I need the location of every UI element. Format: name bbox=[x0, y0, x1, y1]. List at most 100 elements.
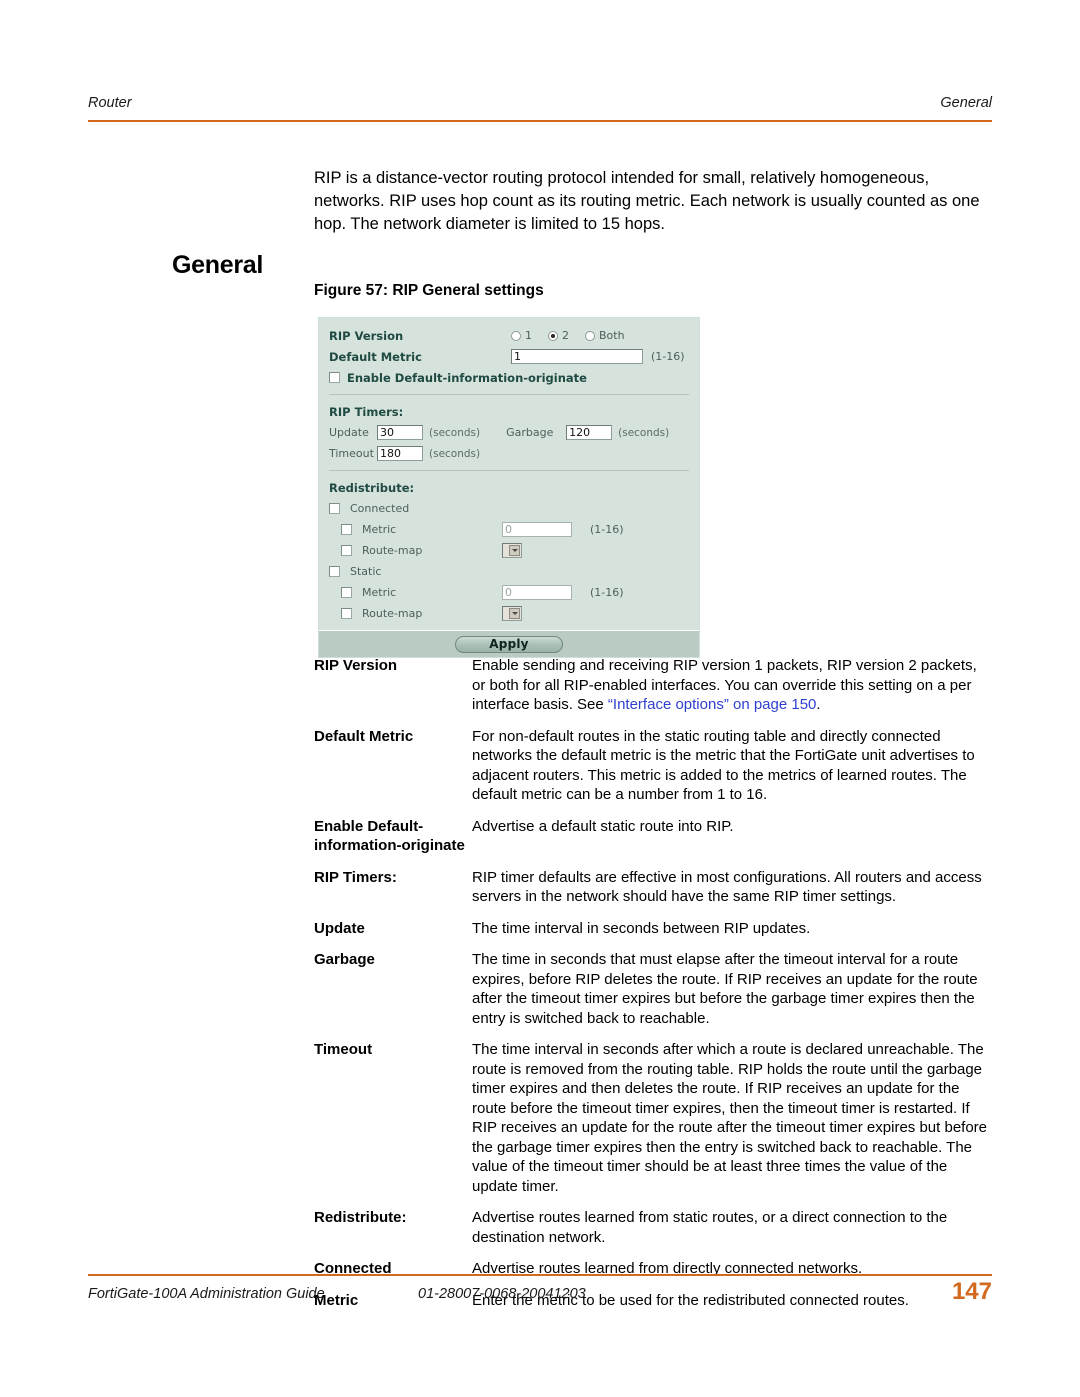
static-routemap-row: Route-map bbox=[319, 603, 699, 624]
header-right-section: General bbox=[940, 95, 992, 111]
section-divider bbox=[329, 394, 689, 395]
default-metric-input[interactable]: 1 bbox=[511, 349, 643, 364]
static-metric-label: Metric bbox=[362, 586, 397, 599]
timeout-input[interactable]: 180 bbox=[377, 446, 423, 461]
default-metric-range: (1-16) bbox=[651, 350, 685, 363]
description-row: Enable Default-information-originate Adv… bbox=[314, 817, 994, 856]
timeout-label: Timeout bbox=[329, 447, 374, 460]
connected-metric-row: Metric 0 (1-16) bbox=[319, 519, 699, 540]
checkbox-icon[interactable] bbox=[329, 372, 340, 383]
default-information-originate-row[interactable]: Enable Default-information-originate bbox=[319, 367, 699, 388]
redistribute-title-row: Redistribute: bbox=[319, 477, 699, 498]
update-label: Update bbox=[329, 426, 369, 439]
connected-routemap-select[interactable] bbox=[502, 543, 522, 558]
apply-button[interactable]: Apply bbox=[455, 635, 563, 653]
checkbox-icon[interactable] bbox=[341, 608, 352, 619]
description-definition: The time interval in seconds after which… bbox=[472, 1041, 988, 1195]
garbage-input[interactable]: 120 bbox=[566, 425, 613, 440]
default-information-originate-label: Enable Default-information-originate bbox=[347, 370, 587, 385]
default-metric-row: Default Metric 1 (1-16) bbox=[319, 346, 699, 367]
field-descriptions-list: RIP Version Enable sending and receiving… bbox=[314, 656, 994, 1322]
chevron-down-icon bbox=[509, 608, 520, 619]
static-metric-row: Metric 0 (1-16) bbox=[319, 582, 699, 603]
radio-icon[interactable] bbox=[548, 330, 558, 341]
rip-version-option-2[interactable]: 2 bbox=[548, 329, 569, 342]
rip-version-radio-group[interactable]: 1 2 Both bbox=[511, 329, 625, 342]
checkbox-icon[interactable] bbox=[329, 503, 340, 514]
intro-paragraph: RIP is a distance-vector routing protoco… bbox=[314, 168, 980, 234]
rip-timers-update-garbage-row: Update 30 (seconds) Garbage 120 (seconds… bbox=[319, 422, 699, 443]
apply-button-bar: Apply bbox=[319, 630, 699, 657]
garbage-label: Garbage bbox=[506, 426, 554, 439]
default-metric-label: Default Metric bbox=[329, 349, 422, 364]
header-divider-rule bbox=[88, 120, 992, 122]
description-term: Timeout bbox=[314, 1041, 373, 1058]
footer-document-id: 01-28007-0068-20041203 bbox=[418, 1286, 586, 1302]
rip-timers-title-row: RIP Timers: bbox=[319, 401, 699, 422]
rip-version-option-1[interactable]: 1 bbox=[511, 329, 532, 342]
footer-guide-title: FortiGate-100A Administration Guide bbox=[88, 1286, 325, 1302]
static-metric-range: (1-16) bbox=[590, 586, 624, 599]
redistribute-connected-label: Connected bbox=[350, 502, 410, 515]
static-metric-input[interactable]: 0 bbox=[502, 585, 572, 600]
rip-version-row: RIP Version 1 2 Both bbox=[319, 325, 699, 346]
radio-icon[interactable] bbox=[511, 330, 521, 341]
rip-version-option-both[interactable]: Both bbox=[585, 329, 625, 342]
page-footer: FortiGate-100A Administration Guide 01-2… bbox=[88, 1278, 992, 1312]
section-divider bbox=[329, 470, 689, 471]
footer-divider-rule bbox=[88, 1274, 992, 1276]
description-row: Timeout The time interval in seconds aft… bbox=[314, 1040, 994, 1196]
description-row: RIP Timers: RIP timer defaults are effec… bbox=[314, 868, 994, 907]
connected-metric-range: (1-16) bbox=[590, 523, 624, 536]
checkbox-icon[interactable] bbox=[341, 587, 352, 598]
redistribute-title: Redistribute: bbox=[329, 480, 415, 495]
rip-general-settings-panel: RIP Version 1 2 Both Default Metric 1 (1… bbox=[318, 317, 700, 658]
rip-version-option-1-label: 1 bbox=[525, 329, 532, 342]
connected-metric-input[interactable]: 0 bbox=[502, 522, 572, 537]
connected-routemap-row: Route-map bbox=[319, 540, 699, 561]
description-row: RIP Version Enable sending and receiving… bbox=[314, 656, 994, 715]
radio-icon[interactable] bbox=[585, 330, 595, 341]
redistribute-connected-row[interactable]: Connected bbox=[319, 498, 699, 519]
header-left-chapter: Router bbox=[88, 95, 132, 111]
description-row: Default Metric For non-default routes in… bbox=[314, 727, 994, 805]
description-definition: RIP timer defaults are effective in most… bbox=[472, 868, 982, 906]
description-row: Update The time interval in seconds betw… bbox=[314, 919, 994, 939]
page-running-header: Router General bbox=[88, 95, 992, 111]
description-definition: Enable sending and receiving RIP version… bbox=[472, 656, 994, 715]
description-term: Redistribute: bbox=[314, 1209, 407, 1226]
page-title: General bbox=[172, 250, 264, 279]
rip-version-option-2-label: 2 bbox=[562, 329, 569, 342]
checkbox-icon[interactable] bbox=[341, 545, 352, 556]
description-definition: Advertise a default static route into RI… bbox=[472, 817, 734, 835]
update-input[interactable]: 30 bbox=[377, 425, 423, 440]
interface-options-link[interactable]: “Interface options” on page 150 bbox=[608, 696, 816, 713]
description-row: Redistribute: Advertise routes learned f… bbox=[314, 1208, 994, 1247]
rip-timers-title: RIP Timers: bbox=[329, 404, 404, 419]
rip-version-label: RIP Version bbox=[329, 328, 404, 343]
redistribute-static-label: Static bbox=[350, 565, 382, 578]
update-unit: (seconds) bbox=[429, 426, 481, 439]
connected-metric-label: Metric bbox=[362, 523, 397, 536]
static-routemap-select[interactable] bbox=[502, 606, 522, 621]
description-row: Garbage The time in seconds that must el… bbox=[314, 950, 994, 1028]
description-term: Enable Default-information-originate bbox=[314, 817, 465, 855]
figure-caption: Figure 57: RIP General settings bbox=[314, 282, 544, 299]
static-routemap-label: Route-map bbox=[362, 607, 423, 620]
rip-version-option-both-label: Both bbox=[599, 329, 625, 342]
description-definition: The time in seconds that must elapse aft… bbox=[472, 951, 978, 1027]
description-definition: Advertise routes learned from static rou… bbox=[472, 1209, 948, 1246]
redistribute-static-row[interactable]: Static bbox=[319, 561, 699, 582]
description-text-after-link: . bbox=[816, 696, 821, 713]
footer-page-number: 147 bbox=[951, 1278, 992, 1305]
description-term: Garbage bbox=[314, 951, 375, 968]
connected-routemap-label: Route-map bbox=[362, 544, 423, 557]
timeout-unit: (seconds) bbox=[429, 447, 481, 460]
description-definition: The time interval in seconds between RIP… bbox=[472, 919, 811, 937]
description-term: RIP Version bbox=[314, 657, 398, 674]
rip-timers-timeout-row: Timeout 180 (seconds) bbox=[319, 443, 699, 464]
checkbox-icon[interactable] bbox=[329, 566, 340, 577]
checkbox-icon[interactable] bbox=[341, 524, 352, 535]
description-definition: For non-default routes in the static rou… bbox=[472, 727, 975, 804]
chevron-down-icon bbox=[509, 545, 520, 556]
